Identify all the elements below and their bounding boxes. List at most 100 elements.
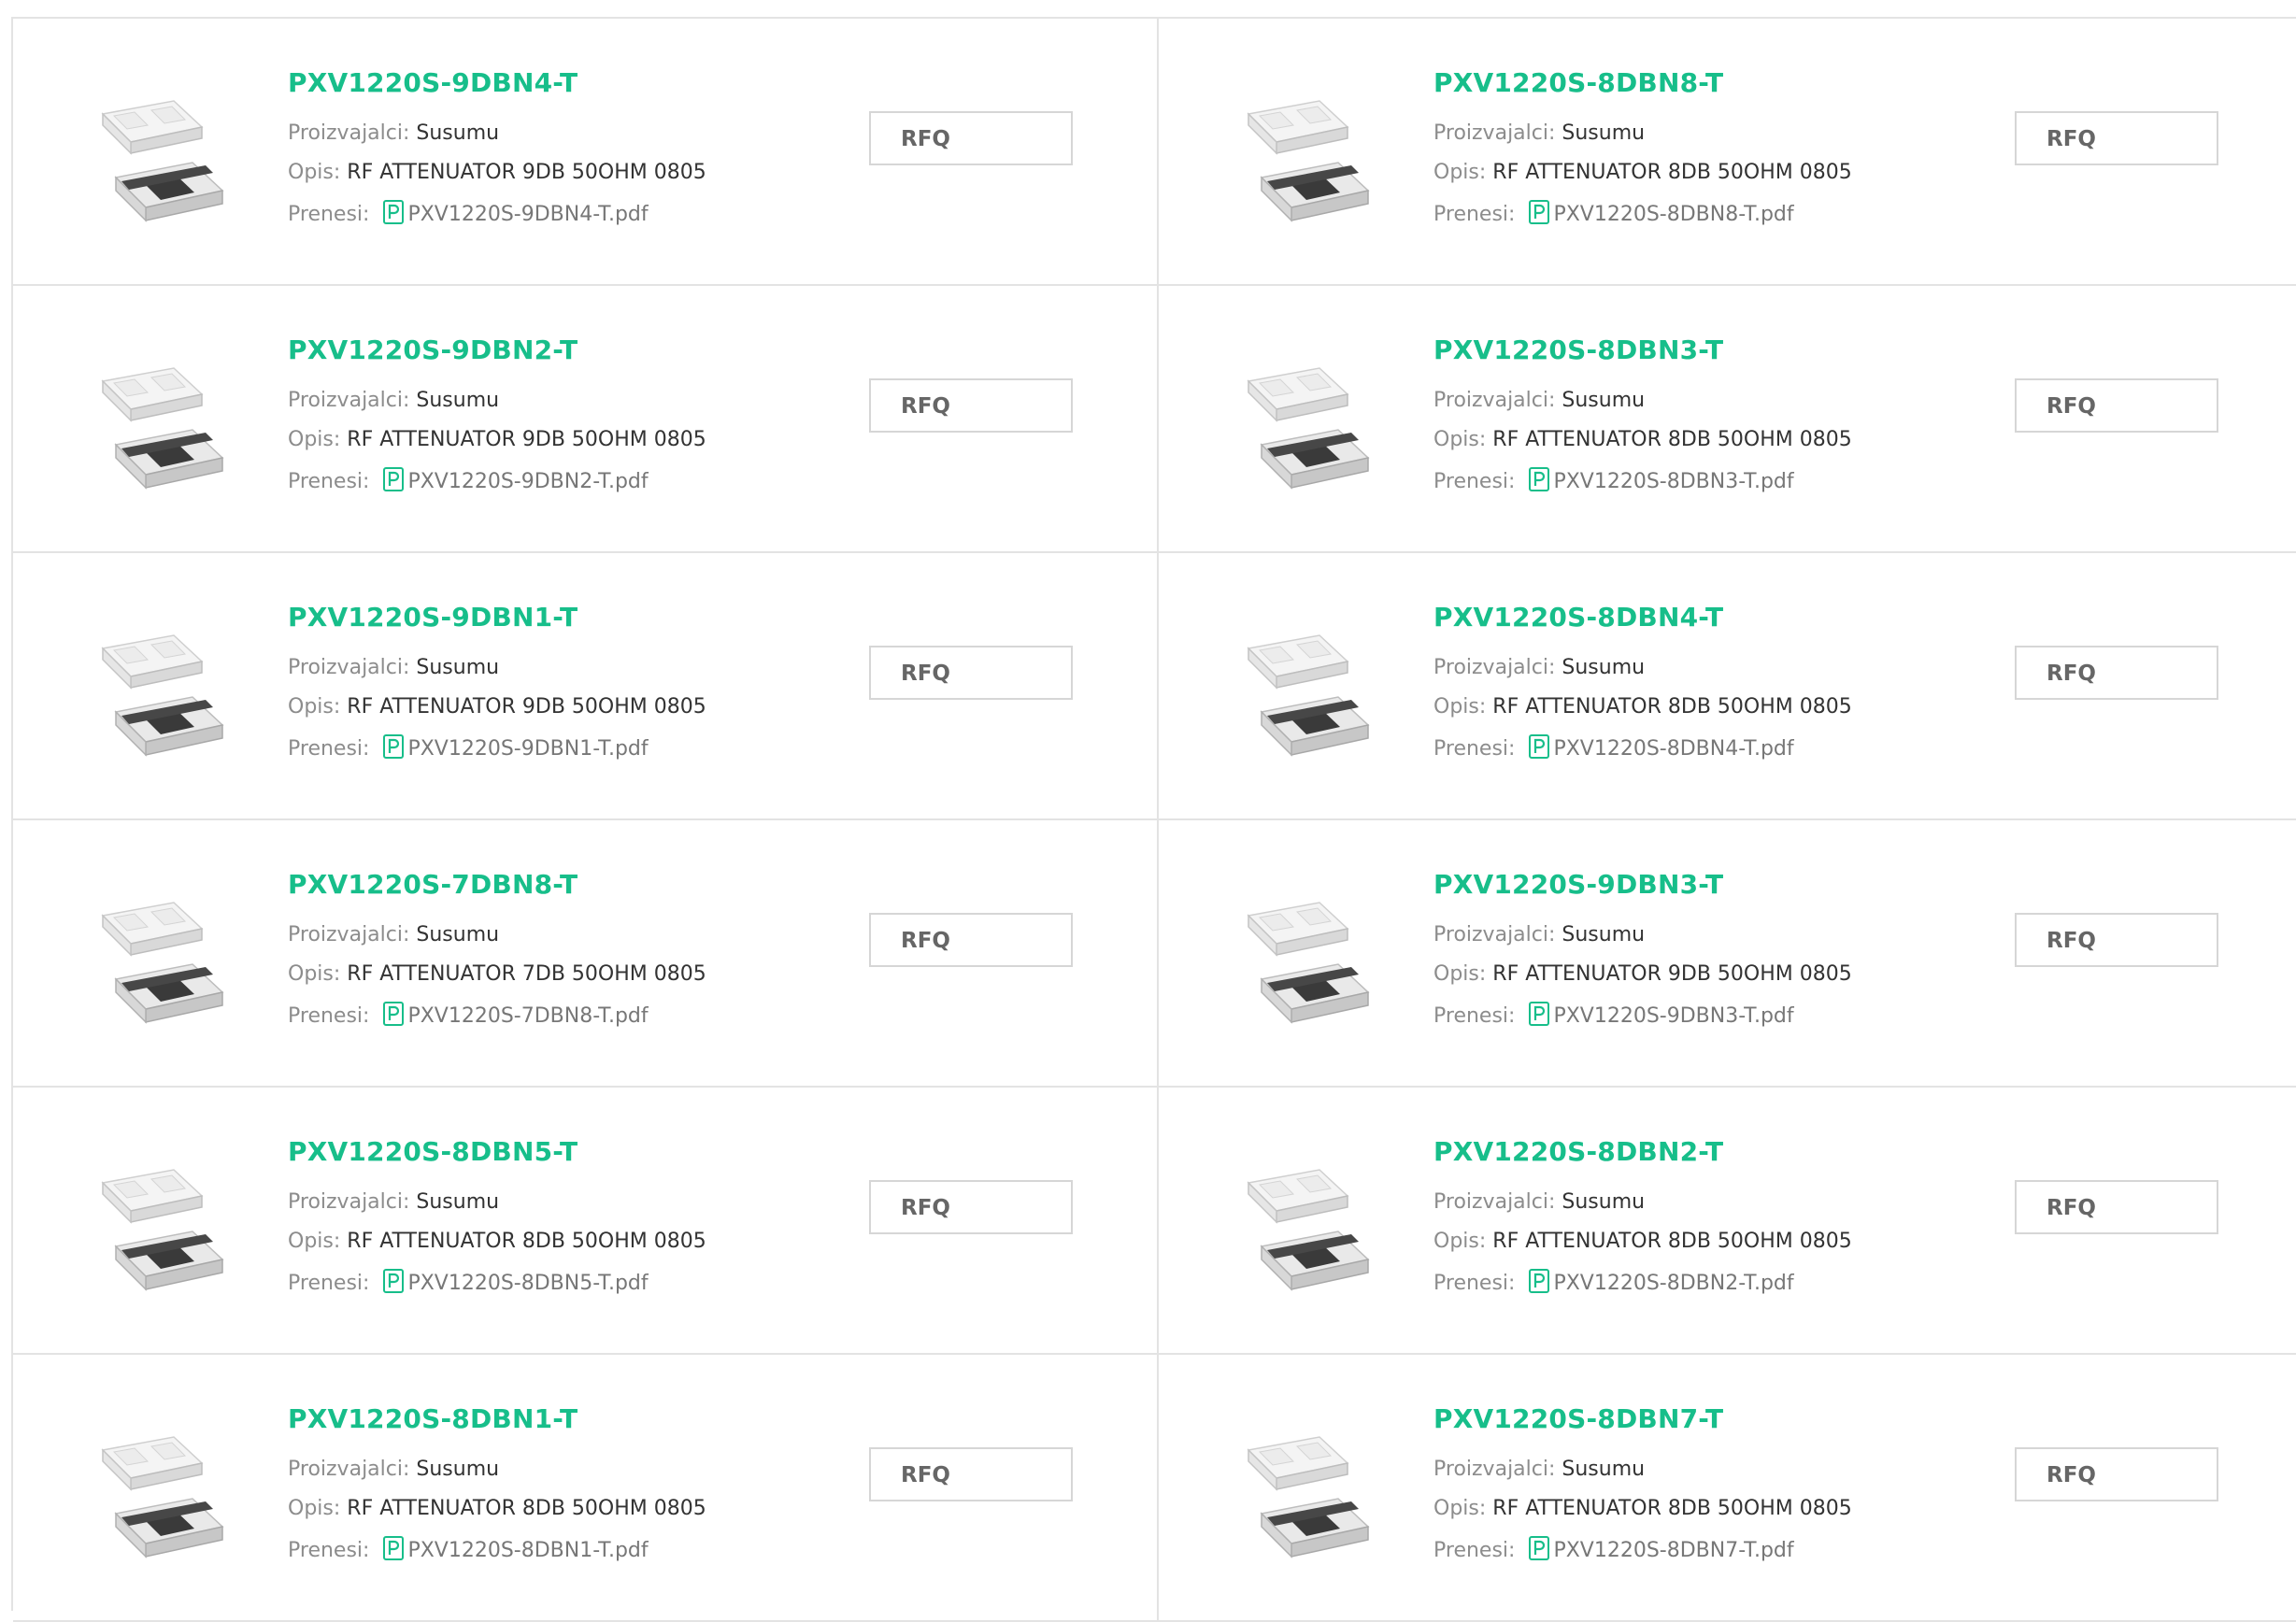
datasheet-link[interactable]: PXV1220S-9DBN4-T.pdf — [407, 203, 648, 226]
description-label: Opis: — [288, 962, 341, 986]
product-card: PXV1220S-8DBN8-T Proizvajalci: Susumu Op… — [1159, 19, 2296, 286]
rfq-button[interactable]: RFQ — [869, 111, 1073, 165]
product-part-link[interactable]: PXV1220S-9DBN4-T — [288, 67, 578, 98]
datasheet-link[interactable]: PXV1220S-8DBN8-T.pdf — [1553, 203, 1793, 226]
datasheet-link[interactable]: PXV1220S-8DBN4-T.pdf — [1553, 737, 1793, 761]
rfq-button[interactable]: RFQ — [2015, 378, 2218, 433]
product-part-link[interactable]: PXV1220S-9DBN2-T — [288, 334, 578, 365]
datasheet-link[interactable]: PXV1220S-7DBN8-T.pdf — [407, 1004, 648, 1028]
description-row: Opis: RF ATTENUATOR 8DB 50OHM 0805 — [1433, 161, 1852, 184]
product-card: PXV1220S-8DBN4-T Proizvajalci: Susumu Op… — [1159, 553, 2296, 820]
product-image[interactable] — [62, 1131, 258, 1317]
rfq-button[interactable]: RFQ — [2015, 1180, 2218, 1234]
product-card: PXV1220S-9DBN4-T Proizvajalci: Susumu Op… — [13, 19, 1159, 286]
product-part-link[interactable]: PXV1220S-8DBN7-T — [1433, 1403, 1723, 1434]
download-label: Prenesi: — [288, 203, 370, 226]
pdf-icon[interactable] — [1529, 1002, 1550, 1026]
download-row: Prenesi: PXV1220S-8DBN8-T.pdf — [1433, 200, 1794, 226]
pdf-icon[interactable] — [1529, 734, 1550, 759]
product-part-link[interactable]: PXV1220S-8DBN2-T — [1433, 1136, 1723, 1167]
pdf-icon[interactable] — [383, 467, 405, 491]
product-part-link[interactable]: PXV1220S-8DBN1-T — [288, 1403, 578, 1434]
manufacturer-value: Susumu — [1562, 389, 1646, 412]
product-image[interactable] — [1207, 1131, 1404, 1317]
product-image[interactable] — [1207, 863, 1404, 1050]
rfq-button[interactable]: RFQ — [2015, 111, 2218, 165]
product-image[interactable] — [1207, 62, 1404, 249]
product-image[interactable] — [62, 596, 258, 783]
manufacturer-row: Proizvajalci: Susumu — [1433, 1458, 1645, 1481]
manufacturer-value: Susumu — [1562, 1190, 1646, 1214]
pdf-icon[interactable] — [1529, 1269, 1550, 1293]
product-image[interactable] — [62, 1398, 258, 1585]
description-value: RF ATTENUATOR 8DB 50OHM 0805 — [347, 1230, 706, 1253]
download-label: Prenesi: — [1433, 737, 1516, 761]
pdf-icon[interactable] — [1529, 1536, 1550, 1560]
description-label: Opis: — [1433, 695, 1487, 719]
manufacturer-value: Susumu — [416, 389, 500, 412]
datasheet-link[interactable]: PXV1220S-8DBN3-T.pdf — [1553, 470, 1793, 493]
product-image[interactable] — [1207, 1398, 1404, 1585]
product-part-link[interactable]: PXV1220S-8DBN5-T — [288, 1136, 578, 1167]
pdf-icon[interactable] — [383, 1536, 405, 1560]
datasheet-link[interactable]: PXV1220S-8DBN7-T.pdf — [1553, 1539, 1793, 1562]
pdf-icon[interactable] — [1529, 467, 1550, 491]
description-row: Opis: RF ATTENUATOR 8DB 50OHM 0805 — [1433, 428, 1852, 451]
manufacturer-row: Proizvajalci: Susumu — [1433, 656, 1645, 679]
product-image[interactable] — [62, 62, 258, 249]
datasheet-link[interactable]: PXV1220S-9DBN3-T.pdf — [1553, 1004, 1793, 1028]
manufacturer-label: Proizvajalci: — [1433, 923, 1556, 946]
description-label: Opis: — [1433, 1230, 1487, 1253]
product-card: PXV1220S-9DBN3-T Proizvajalci: Susumu Op… — [1159, 820, 2296, 1088]
pdf-icon[interactable] — [383, 734, 405, 759]
manufacturer-label: Proizvajalci: — [288, 656, 410, 679]
product-part-link[interactable]: PXV1220S-9DBN1-T — [288, 602, 578, 633]
description-value: RF ATTENUATOR 9DB 50OHM 0805 — [1492, 962, 1852, 986]
description-value: RF ATTENUATOR 8DB 50OHM 0805 — [1492, 695, 1852, 719]
product-card: PXV1220S-8DBN1-T Proizvajalci: Susumu Op… — [13, 1355, 1159, 1622]
description-value: RF ATTENUATOR 8DB 50OHM 0805 — [1492, 161, 1852, 184]
description-label: Opis: — [1433, 161, 1487, 184]
datasheet-link[interactable]: PXV1220S-9DBN2-T.pdf — [407, 470, 648, 493]
product-part-link[interactable]: PXV1220S-8DBN3-T — [1433, 334, 1723, 365]
product-image[interactable] — [62, 863, 258, 1050]
download-row: Prenesi: PXV1220S-9DBN3-T.pdf — [1433, 1002, 1794, 1028]
manufacturer-value: Susumu — [1562, 656, 1646, 679]
description-label: Opis: — [288, 1230, 341, 1253]
rfq-button[interactable]: RFQ — [869, 378, 1073, 433]
rfq-button[interactable]: RFQ — [869, 1180, 1073, 1234]
pdf-icon[interactable] — [383, 1269, 405, 1293]
datasheet-link[interactable]: PXV1220S-8DBN5-T.pdf — [407, 1272, 648, 1295]
download-label: Prenesi: — [288, 1004, 370, 1028]
rfq-button[interactable]: RFQ — [2015, 646, 2218, 700]
description-label: Opis: — [1433, 962, 1487, 986]
product-part-link[interactable]: PXV1220S-7DBN8-T — [288, 869, 578, 900]
description-label: Opis: — [288, 695, 341, 719]
datasheet-link[interactable]: PXV1220S-8DBN2-T.pdf — [1553, 1272, 1793, 1295]
rfq-button[interactable]: RFQ — [2015, 1447, 2218, 1501]
rfq-button[interactable]: RFQ — [869, 913, 1073, 967]
manufacturer-row: Proizvajalci: Susumu — [1433, 121, 1645, 145]
datasheet-link[interactable]: PXV1220S-8DBN1-T.pdf — [407, 1539, 648, 1562]
product-part-link[interactable]: PXV1220S-8DBN8-T — [1433, 67, 1723, 98]
rfq-button[interactable]: RFQ — [869, 646, 1073, 700]
manufacturer-value: Susumu — [416, 121, 500, 145]
manufacturer-label: Proizvajalci: — [1433, 656, 1556, 679]
product-card: PXV1220S-8DBN5-T Proizvajalci: Susumu Op… — [13, 1088, 1159, 1355]
product-image[interactable] — [1207, 596, 1404, 783]
manufacturer-label: Proizvajalci: — [1433, 1458, 1556, 1481]
product-image[interactable] — [62, 329, 258, 516]
manufacturer-value: Susumu — [416, 1190, 500, 1214]
pdf-icon[interactable] — [383, 1002, 405, 1026]
pdf-icon[interactable] — [383, 200, 405, 224]
rfq-button[interactable]: RFQ — [2015, 913, 2218, 967]
product-part-link[interactable]: PXV1220S-9DBN3-T — [1433, 869, 1723, 900]
download-label: Prenesi: — [288, 470, 370, 493]
product-image[interactable] — [1207, 329, 1404, 516]
product-part-link[interactable]: PXV1220S-8DBN4-T — [1433, 602, 1723, 633]
rfq-button[interactable]: RFQ — [869, 1447, 1073, 1501]
pdf-icon[interactable] — [1529, 200, 1550, 224]
description-row: Opis: RF ATTENUATOR 8DB 50OHM 0805 — [1433, 1230, 1852, 1253]
download-row: Prenesi: PXV1220S-9DBN2-T.pdf — [288, 467, 649, 493]
datasheet-link[interactable]: PXV1220S-9DBN1-T.pdf — [407, 737, 648, 761]
